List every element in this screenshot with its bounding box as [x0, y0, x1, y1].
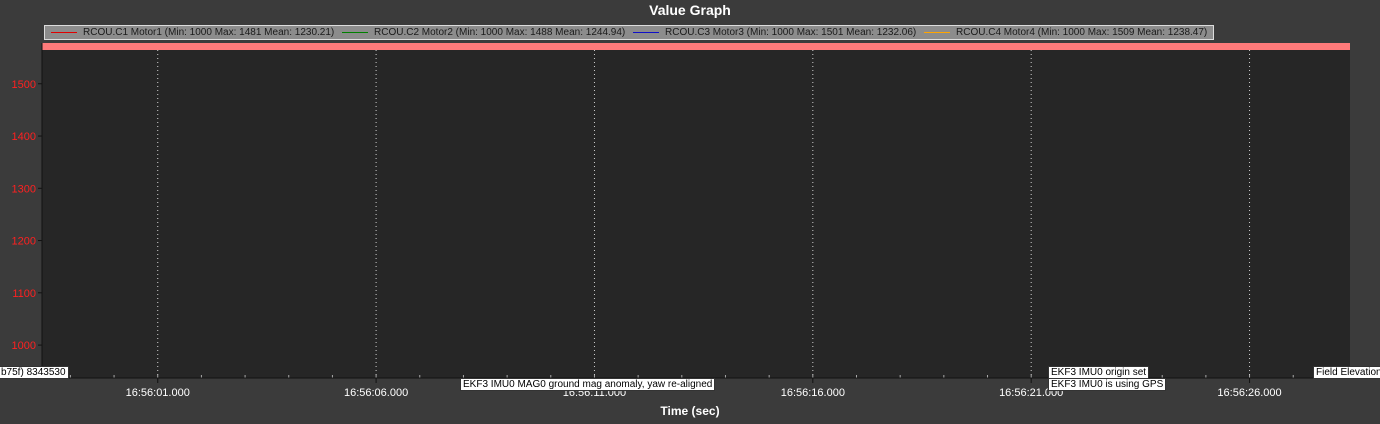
- plot-area: [42, 43, 1350, 378]
- y-tick-label: 1300: [12, 183, 36, 195]
- x-tick-label: 16:56:01.000: [126, 387, 190, 399]
- annotation-using-gps: EKF3 IMU0 is using GPS: [1048, 378, 1167, 391]
- x-axis-title: Time (sec): [660, 404, 720, 418]
- plot-top-band: [42, 43, 1350, 50]
- annotation-mag-anomaly: EKF3 IMU0 MAG0 ground mag anomaly, yaw r…: [460, 378, 716, 391]
- chart-plot[interactable]: 1000 1100 1200 1300 1400 1500 16:56:01.000 16:…: [0, 0, 1380, 424]
- x-tick-label: 16:56:06.000: [344, 387, 408, 399]
- y-tick-label: 1200: [12, 236, 36, 248]
- y-tick-label: 1100: [12, 288, 36, 300]
- y-tick-label: 1000: [12, 340, 36, 352]
- y-axis: 1000 1100 1200 1300 1400 1500: [12, 79, 42, 352]
- annotation-field-elevation: Field Elevation: [1313, 366, 1380, 379]
- y-tick-label: 1400: [12, 131, 36, 143]
- annotation-event-1: b75f) 8343530: [0, 366, 69, 379]
- x-tick-label: 16:56:26.000: [1217, 387, 1281, 399]
- y-tick-label: 1500: [12, 79, 36, 91]
- x-tick-label: 16:56:16.000: [781, 387, 845, 399]
